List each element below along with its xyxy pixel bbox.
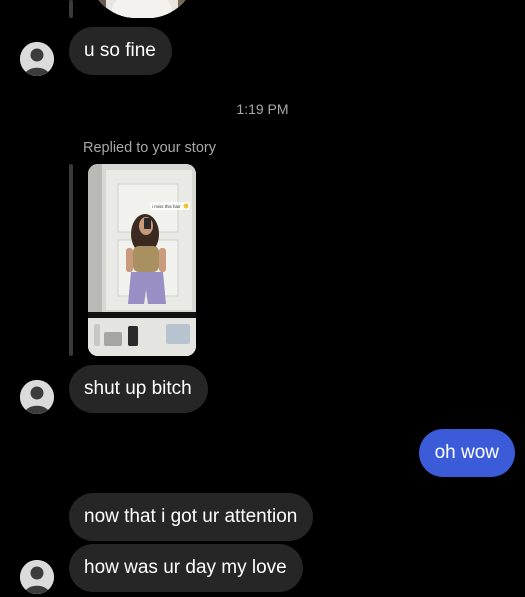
message-timestamp: 1:19 PM <box>236 101 289 117</box>
reply-indicator-bar <box>69 164 73 356</box>
reply-indicator-bar-top <box>69 0 73 18</box>
previous-media-image <box>88 0 196 18</box>
story-reply-label: Replied to your story <box>83 140 216 156</box>
sender-avatar[interactable] <box>20 42 54 76</box>
story-thumbnail[interactable]: i miss this hair <box>88 164 196 356</box>
message-text: oh wow <box>434 442 499 463</box>
incoming-message-bubble[interactable]: now that i got ur attention <box>69 493 314 541</box>
story-image: i miss this hair <box>88 164 196 356</box>
message-text: shut up bitch <box>84 378 192 399</box>
message-text: now that i got ur attention <box>84 506 298 527</box>
message-text: u so fine <box>84 40 156 61</box>
default-user-avatar-icon <box>20 560 54 594</box>
incoming-message-bubble[interactable]: u so fine <box>69 27 172 75</box>
incoming-message-bubble[interactable]: how was ur day my love <box>69 544 303 592</box>
incoming-message-bubble[interactable]: shut up bitch <box>69 365 208 413</box>
sender-avatar[interactable] <box>20 560 54 594</box>
previous-media-thumbnail[interactable] <box>88 0 196 18</box>
story-caption-text: i miss this hair <box>152 204 181 209</box>
default-user-avatar-icon <box>20 42 54 76</box>
default-user-avatar-icon <box>20 380 54 414</box>
outgoing-message-bubble[interactable]: oh wow <box>418 429 515 477</box>
message-text: how was ur day my love <box>84 557 287 578</box>
sender-avatar[interactable] <box>20 380 54 414</box>
